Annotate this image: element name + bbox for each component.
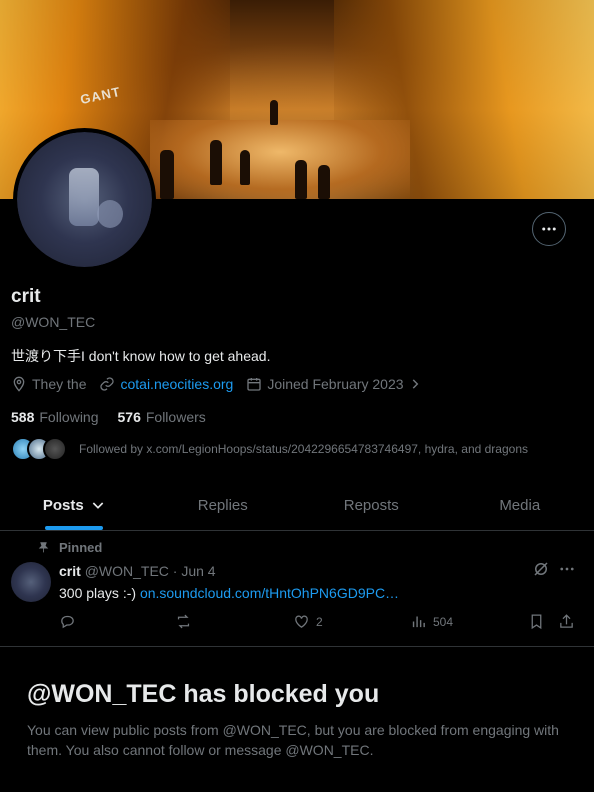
blocked-message: You can view public posts from @WON_TEC,…: [27, 722, 559, 758]
banner-person: [318, 165, 330, 199]
avatar-blob-shape: [97, 200, 123, 228]
location-text: They the: [32, 376, 87, 392]
analytics-icon: [412, 616, 425, 628]
profile-meta: They the cotai.neocities.org Joined Febr…: [11, 376, 435, 392]
banner-person: [295, 160, 307, 199]
tab-reposts[interactable]: Reposts: [297, 480, 446, 530]
following-label: Following: [39, 409, 99, 425]
profile-avatar[interactable]: [13, 128, 156, 271]
follower-avatar: [43, 437, 67, 461]
banner-person: [270, 100, 278, 125]
more-options-button[interactable]: [532, 212, 566, 246]
profile-location: They the: [11, 376, 86, 392]
blocked-title: @WON_TEC has blocked you: [27, 680, 380, 708]
following-link[interactable]: 588 Following: [11, 409, 99, 425]
following-count: 588: [11, 409, 35, 425]
share-button[interactable]: [558, 613, 581, 630]
post-handle-date[interactable]: @WON_TEC · Jun 4: [85, 563, 216, 579]
heart-icon: [295, 615, 308, 628]
tab-label: Media: [499, 496, 541, 514]
profile-name: crit: [11, 286, 41, 307]
reply-icon: [61, 615, 74, 629]
profile-joined[interactable]: Joined February 2023: [246, 376, 421, 392]
followed-by-text: Followed by x.com/LegionHoops/status/204…: [79, 442, 528, 456]
like-count: 2: [316, 614, 323, 629]
like-button[interactable]: 2: [293, 613, 323, 630]
banner-floor-light: [150, 120, 410, 199]
repost-button[interactable]: [175, 613, 198, 630]
post-author-name[interactable]: crit: [59, 563, 81, 579]
tab-label: Posts: [42, 496, 84, 514]
tab-posts[interactable]: Posts: [0, 480, 149, 530]
tab-label: Reposts: [343, 496, 399, 514]
view-count: 504: [433, 614, 454, 629]
views-button[interactable]: 504: [410, 613, 453, 630]
post-author-avatar[interactable]: [11, 562, 51, 602]
grok-button[interactable]: [532, 560, 550, 578]
pinned-label: Pinned: [59, 540, 103, 555]
followers-link[interactable]: 576 Followers: [118, 409, 206, 425]
post-text: 300 plays :-): [59, 585, 137, 601]
tab-media[interactable]: Media: [446, 480, 594, 530]
profile-handle: @WON_TEC: [11, 314, 96, 330]
pinned-indicator: Pinned: [37, 540, 102, 555]
profile-tabs: Posts Replies Reposts Media: [0, 480, 594, 531]
active-tab-indicator: [45, 526, 104, 530]
followers-count: 576: [117, 409, 141, 425]
banner-person: [240, 150, 250, 185]
section-divider: [0, 646, 594, 647]
location-icon: [13, 376, 25, 392]
chevron-right-icon: [412, 379, 418, 389]
post-link[interactable]: on.soundcloud.com/tHntOhPN6GD9PC…: [140, 585, 399, 601]
bookmark-button[interactable]: [528, 613, 551, 630]
website-link[interactable]: cotai.neocities.org: [120, 376, 233, 392]
bookmark-icon: [531, 614, 542, 630]
followers-label: Followers: [145, 409, 206, 425]
chevron-down-icon: [92, 502, 103, 509]
tab-replies[interactable]: Replies: [149, 480, 298, 530]
post-body: 300 plays :-) on.soundcloud.com/tHntOhPN…: [59, 585, 399, 601]
link-icon: [100, 377, 115, 391]
calendar-icon: [247, 378, 261, 391]
post-more-button[interactable]: [558, 560, 576, 578]
reply-button[interactable]: [59, 613, 82, 630]
follow-stats: 588 Following 576 Followers: [11, 409, 225, 425]
grok-icon: [534, 562, 548, 576]
post-header: crit @WON_TEC · Jun 4: [59, 563, 216, 579]
banner-person: [210, 140, 222, 185]
post-actions: 2 504: [59, 613, 579, 635]
pin-icon: [38, 542, 49, 553]
repost-icon: [177, 614, 190, 629]
tab-label: Replies: [197, 496, 248, 514]
avatar-jar-shape: [69, 168, 99, 226]
banner-person: [160, 150, 174, 199]
avatar-image: [17, 132, 152, 267]
more-dots-icon: [560, 567, 574, 571]
followed-by-row[interactable]: Followed by x.com/LegionHoops/status/204…: [11, 437, 528, 461]
profile-website[interactable]: cotai.neocities.org: [99, 376, 233, 392]
share-icon: [560, 614, 573, 628]
profile-bio: 世渡り下手I don't know how to get ahead.: [11, 348, 271, 364]
more-dots-icon: [542, 227, 556, 231]
joined-text: Joined February 2023: [267, 376, 404, 392]
